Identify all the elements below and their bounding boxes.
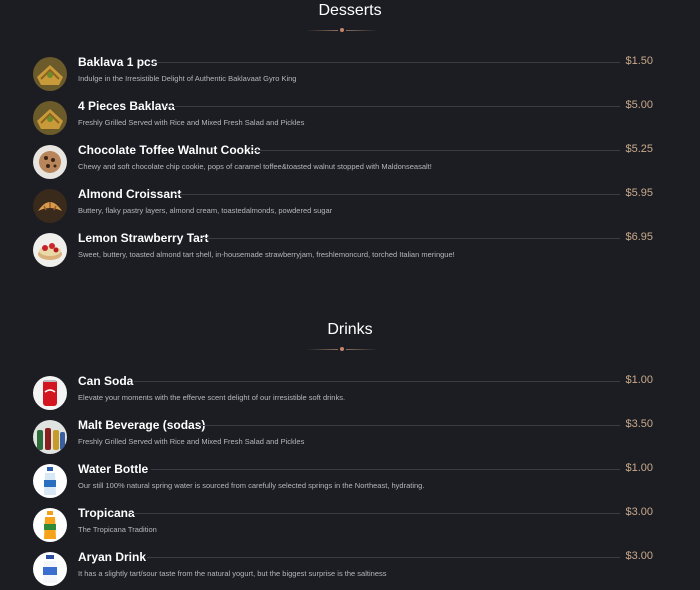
yogurt-drink-icon bbox=[33, 552, 67, 586]
item-description: Elevate your moments with the efferve sc… bbox=[78, 393, 346, 402]
item-description: Freshly Grilled Served with Rice and Mix… bbox=[78, 118, 305, 127]
item-price: $5.95 bbox=[625, 187, 653, 199]
item-name: Tropicana bbox=[78, 506, 135, 520]
menu-item[interactable]: Can Soda $1.00 Elevate your moments with… bbox=[33, 374, 653, 414]
section-title-drinks: Drinks bbox=[327, 321, 373, 338]
item-price: $1.00 bbox=[625, 462, 653, 474]
price-leader-line bbox=[175, 194, 620, 195]
section-divider bbox=[306, 346, 378, 353]
price-leader-line bbox=[147, 557, 620, 558]
price-leader-line bbox=[153, 62, 620, 63]
item-name: Chocolate Toffee Walnut Cookie bbox=[78, 143, 261, 157]
item-name: Baklava 1 pcs bbox=[78, 55, 158, 69]
juice-bottle-icon bbox=[33, 508, 67, 542]
price-leader-line bbox=[151, 469, 620, 470]
menu-item[interactable]: Tropicana $3.00 The Tropicana Tradition bbox=[33, 506, 653, 546]
menu-item[interactable]: 4 Pieces Baklava $5.00 Freshly Grilled S… bbox=[33, 99, 653, 139]
croissant-icon bbox=[33, 189, 67, 223]
malt-bottles-icon bbox=[33, 420, 67, 454]
item-price: $5.25 bbox=[625, 143, 653, 155]
item-price: $1.50 bbox=[625, 55, 653, 67]
item-name: Aryan Drink bbox=[78, 550, 147, 564]
item-description: Our still 100% natural spring water is s… bbox=[78, 481, 425, 490]
item-description: Sweet, buttery, toasted almond tart shel… bbox=[78, 250, 455, 259]
water-bottle-icon bbox=[33, 464, 67, 498]
menu-item[interactable]: Malt Beverage (sodas) $3.50 Freshly Gril… bbox=[33, 418, 653, 458]
tart-icon bbox=[33, 233, 67, 267]
item-name: Malt Beverage (sodas) bbox=[78, 418, 206, 432]
price-leader-line bbox=[134, 381, 620, 382]
item-price: $3.50 bbox=[625, 418, 653, 430]
item-name: Can Soda bbox=[78, 374, 134, 388]
price-leader-line bbox=[200, 238, 620, 239]
item-description: Indulge in the Irresistible Delight of A… bbox=[78, 74, 297, 83]
baklava-icon bbox=[33, 101, 67, 135]
price-leader-line bbox=[132, 513, 620, 514]
item-price: $5.00 bbox=[625, 99, 653, 111]
item-description: It has a slightly tart/sour taste from t… bbox=[78, 569, 387, 578]
item-price: $3.00 bbox=[625, 506, 653, 518]
item-name: Lemon Strawberry Tart bbox=[78, 231, 209, 245]
item-name: 4 Pieces Baklava bbox=[78, 99, 175, 113]
price-leader-line bbox=[251, 150, 620, 151]
menu-item[interactable]: Baklava 1 pcs $1.50 Indulge in the Irres… bbox=[33, 55, 653, 95]
item-price: $6.95 bbox=[625, 231, 653, 243]
menu-item[interactable]: Almond Croissant $5.95 Buttery, flaky pa… bbox=[33, 187, 653, 227]
menu-item[interactable]: Lemon Strawberry Tart $6.95 Sweet, butte… bbox=[33, 231, 653, 271]
menu-item[interactable]: Water Bottle $1.00 Our still 100% natura… bbox=[33, 462, 653, 502]
item-description: The Tropicana Tradition bbox=[78, 525, 157, 534]
item-description: Buttery, flaky pastry layers, almond cre… bbox=[78, 206, 333, 215]
item-name: Almond Croissant bbox=[78, 187, 182, 201]
price-leader-line bbox=[166, 106, 620, 107]
item-price: $1.00 bbox=[625, 374, 653, 386]
menu-item[interactable]: Aryan Drink $3.00 It has a slightly tart… bbox=[33, 550, 653, 590]
menu-item[interactable]: Chocolate Toffee Walnut Cookie $5.25 Che… bbox=[33, 143, 653, 183]
baklava-icon bbox=[33, 57, 67, 91]
section-divider bbox=[306, 27, 378, 34]
section-title-desserts: Desserts bbox=[318, 2, 382, 19]
soda-can-icon bbox=[33, 376, 67, 410]
price-leader-line bbox=[199, 425, 620, 426]
item-name: Water Bottle bbox=[78, 462, 149, 476]
cookie-icon bbox=[33, 145, 67, 179]
item-description: Freshly Grilled Served with Rice and Mix… bbox=[78, 437, 305, 446]
item-description: Chewy and soft chocolate chip cookie, po… bbox=[78, 162, 432, 171]
item-price: $3.00 bbox=[625, 550, 653, 562]
